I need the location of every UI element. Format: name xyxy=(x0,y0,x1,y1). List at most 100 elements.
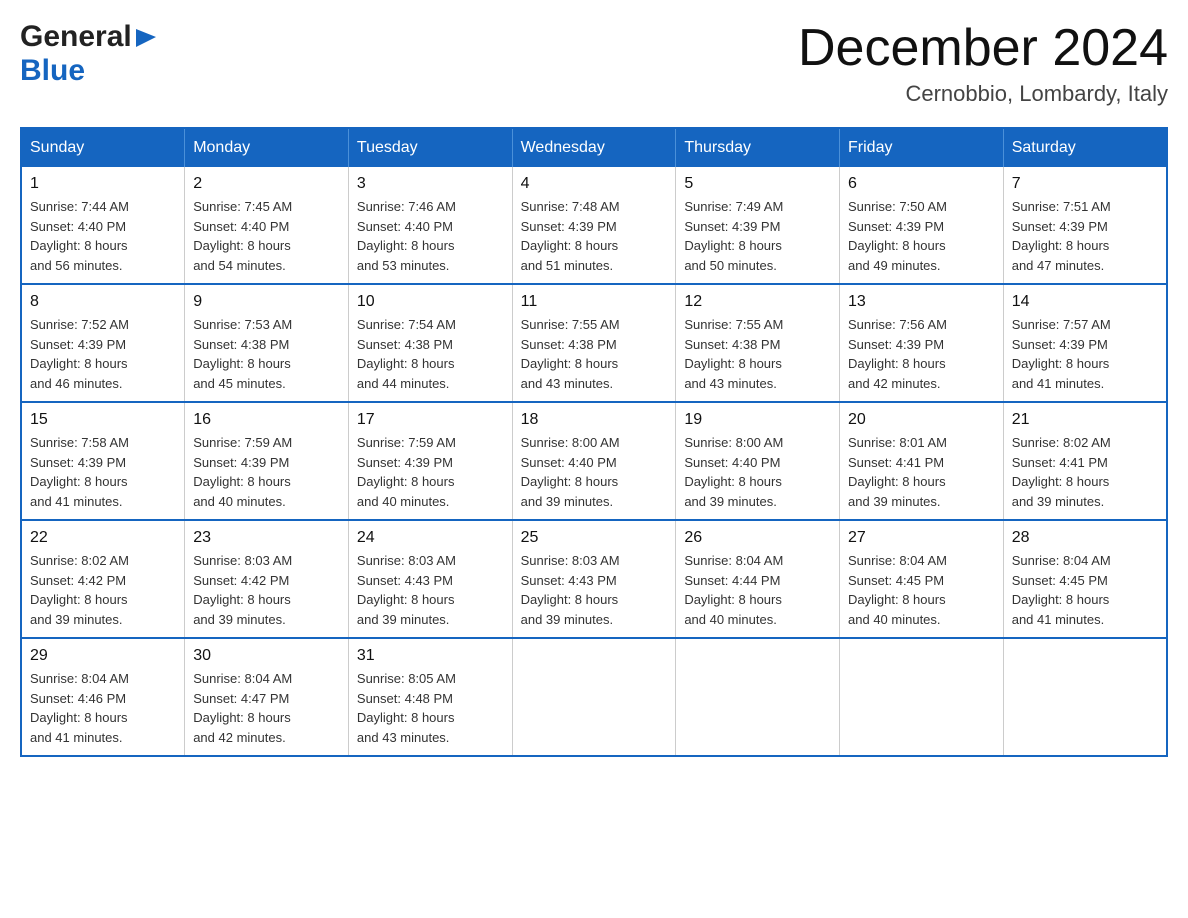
calendar-cell: 28 Sunrise: 8:04 AM Sunset: 4:45 PM Dayl… xyxy=(1003,520,1167,638)
calendar-cell xyxy=(512,638,676,756)
day-info: Sunrise: 8:04 AM Sunset: 4:47 PM Dayligh… xyxy=(193,669,340,747)
calendar-cell: 10 Sunrise: 7:54 AM Sunset: 4:38 PM Dayl… xyxy=(348,284,512,402)
day-number: 26 xyxy=(684,529,831,547)
calendar-cell: 2 Sunrise: 7:45 AM Sunset: 4:40 PM Dayli… xyxy=(185,167,349,284)
day-info: Sunrise: 7:55 AM Sunset: 4:38 PM Dayligh… xyxy=(521,315,668,393)
col-tuesday: Tuesday xyxy=(348,128,512,167)
col-wednesday: Wednesday xyxy=(512,128,676,167)
logo-general-text: General xyxy=(20,20,132,54)
calendar-cell: 21 Sunrise: 8:02 AM Sunset: 4:41 PM Dayl… xyxy=(1003,402,1167,520)
day-number: 22 xyxy=(30,529,176,547)
calendar-cell: 25 Sunrise: 8:03 AM Sunset: 4:43 PM Dayl… xyxy=(512,520,676,638)
calendar-cell: 12 Sunrise: 7:55 AM Sunset: 4:38 PM Dayl… xyxy=(676,284,840,402)
calendar-week-2: 8 Sunrise: 7:52 AM Sunset: 4:39 PM Dayli… xyxy=(21,284,1167,402)
day-info: Sunrise: 8:03 AM Sunset: 4:43 PM Dayligh… xyxy=(357,551,504,629)
day-info: Sunrise: 8:00 AM Sunset: 4:40 PM Dayligh… xyxy=(521,433,668,511)
day-info: Sunrise: 8:04 AM Sunset: 4:45 PM Dayligh… xyxy=(848,551,995,629)
calendar-week-1: 1 Sunrise: 7:44 AM Sunset: 4:40 PM Dayli… xyxy=(21,167,1167,284)
day-info: Sunrise: 7:48 AM Sunset: 4:39 PM Dayligh… xyxy=(521,197,668,275)
calendar-cell: 16 Sunrise: 7:59 AM Sunset: 4:39 PM Dayl… xyxy=(185,402,349,520)
col-sunday: Sunday xyxy=(21,128,185,167)
day-info: Sunrise: 7:50 AM Sunset: 4:39 PM Dayligh… xyxy=(848,197,995,275)
day-info: Sunrise: 7:46 AM Sunset: 4:40 PM Dayligh… xyxy=(357,197,504,275)
day-info: Sunrise: 7:57 AM Sunset: 4:39 PM Dayligh… xyxy=(1012,315,1158,393)
day-number: 11 xyxy=(521,293,668,311)
day-number: 15 xyxy=(30,411,176,429)
day-info: Sunrise: 7:59 AM Sunset: 4:39 PM Dayligh… xyxy=(193,433,340,511)
day-number: 1 xyxy=(30,175,176,193)
day-info: Sunrise: 7:56 AM Sunset: 4:39 PM Dayligh… xyxy=(848,315,995,393)
day-number: 13 xyxy=(848,293,995,311)
calendar-cell: 11 Sunrise: 7:55 AM Sunset: 4:38 PM Dayl… xyxy=(512,284,676,402)
day-info: Sunrise: 7:54 AM Sunset: 4:38 PM Dayligh… xyxy=(357,315,504,393)
day-number: 9 xyxy=(193,293,340,311)
day-number: 2 xyxy=(193,175,340,193)
day-info: Sunrise: 8:02 AM Sunset: 4:42 PM Dayligh… xyxy=(30,551,176,629)
day-info: Sunrise: 7:53 AM Sunset: 4:38 PM Dayligh… xyxy=(193,315,340,393)
calendar-cell: 18 Sunrise: 8:00 AM Sunset: 4:40 PM Dayl… xyxy=(512,402,676,520)
day-info: Sunrise: 7:58 AM Sunset: 4:39 PM Dayligh… xyxy=(30,433,176,511)
col-saturday: Saturday xyxy=(1003,128,1167,167)
day-info: Sunrise: 8:00 AM Sunset: 4:40 PM Dayligh… xyxy=(684,433,831,511)
day-number: 29 xyxy=(30,647,176,665)
calendar-cell: 15 Sunrise: 7:58 AM Sunset: 4:39 PM Dayl… xyxy=(21,402,185,520)
day-number: 8 xyxy=(30,293,176,311)
day-number: 6 xyxy=(848,175,995,193)
day-number: 12 xyxy=(684,293,831,311)
calendar-week-3: 15 Sunrise: 7:58 AM Sunset: 4:39 PM Dayl… xyxy=(21,402,1167,520)
calendar-cell: 17 Sunrise: 7:59 AM Sunset: 4:39 PM Dayl… xyxy=(348,402,512,520)
day-number: 17 xyxy=(357,411,504,429)
calendar-cell: 20 Sunrise: 8:01 AM Sunset: 4:41 PM Dayl… xyxy=(840,402,1004,520)
day-info: Sunrise: 7:55 AM Sunset: 4:38 PM Dayligh… xyxy=(684,315,831,393)
calendar-cell xyxy=(676,638,840,756)
day-number: 23 xyxy=(193,529,340,547)
calendar-week-4: 22 Sunrise: 8:02 AM Sunset: 4:42 PM Dayl… xyxy=(21,520,1167,638)
col-friday: Friday xyxy=(840,128,1004,167)
day-info: Sunrise: 7:51 AM Sunset: 4:39 PM Dayligh… xyxy=(1012,197,1158,275)
day-number: 10 xyxy=(357,293,504,311)
day-info: Sunrise: 7:49 AM Sunset: 4:39 PM Dayligh… xyxy=(684,197,831,275)
calendar-cell: 4 Sunrise: 7:48 AM Sunset: 4:39 PM Dayli… xyxy=(512,167,676,284)
day-number: 27 xyxy=(848,529,995,547)
day-info: Sunrise: 7:52 AM Sunset: 4:39 PM Dayligh… xyxy=(30,315,176,393)
month-title: December 2024 xyxy=(798,20,1168,77)
calendar-cell: 24 Sunrise: 8:03 AM Sunset: 4:43 PM Dayl… xyxy=(348,520,512,638)
day-number: 18 xyxy=(521,411,668,429)
col-monday: Monday xyxy=(185,128,349,167)
day-number: 24 xyxy=(357,529,504,547)
day-number: 5 xyxy=(684,175,831,193)
day-info: Sunrise: 8:03 AM Sunset: 4:42 PM Dayligh… xyxy=(193,551,340,629)
day-number: 31 xyxy=(357,647,504,665)
day-info: Sunrise: 8:03 AM Sunset: 4:43 PM Dayligh… xyxy=(521,551,668,629)
location-subtitle: Cernobbio, Lombardy, Italy xyxy=(798,81,1168,107)
page-header: General Blue December 2024 Cernobbio, Lo… xyxy=(20,20,1168,107)
calendar-cell: 5 Sunrise: 7:49 AM Sunset: 4:39 PM Dayli… xyxy=(676,167,840,284)
day-info: Sunrise: 8:01 AM Sunset: 4:41 PM Dayligh… xyxy=(848,433,995,511)
day-number: 4 xyxy=(521,175,668,193)
day-number: 7 xyxy=(1012,175,1158,193)
logo: General Blue xyxy=(20,20,156,88)
calendar-header-row: Sunday Monday Tuesday Wednesday Thursday… xyxy=(21,128,1167,167)
calendar-cell: 29 Sunrise: 8:04 AM Sunset: 4:46 PM Dayl… xyxy=(21,638,185,756)
calendar-cell: 8 Sunrise: 7:52 AM Sunset: 4:39 PM Dayli… xyxy=(21,284,185,402)
day-number: 20 xyxy=(848,411,995,429)
calendar-cell: 13 Sunrise: 7:56 AM Sunset: 4:39 PM Dayl… xyxy=(840,284,1004,402)
calendar-cell: 14 Sunrise: 7:57 AM Sunset: 4:39 PM Dayl… xyxy=(1003,284,1167,402)
calendar-cell: 27 Sunrise: 8:04 AM Sunset: 4:45 PM Dayl… xyxy=(840,520,1004,638)
day-info: Sunrise: 8:04 AM Sunset: 4:45 PM Dayligh… xyxy=(1012,551,1158,629)
day-info: Sunrise: 7:44 AM Sunset: 4:40 PM Dayligh… xyxy=(30,197,176,275)
calendar-cell xyxy=(1003,638,1167,756)
day-info: Sunrise: 7:59 AM Sunset: 4:39 PM Dayligh… xyxy=(357,433,504,511)
day-info: Sunrise: 8:04 AM Sunset: 4:46 PM Dayligh… xyxy=(30,669,176,747)
title-block: December 2024 Cernobbio, Lombardy, Italy xyxy=(798,20,1168,107)
calendar-cell: 22 Sunrise: 8:02 AM Sunset: 4:42 PM Dayl… xyxy=(21,520,185,638)
day-number: 3 xyxy=(357,175,504,193)
day-number: 16 xyxy=(193,411,340,429)
day-info: Sunrise: 7:45 AM Sunset: 4:40 PM Dayligh… xyxy=(193,197,340,275)
calendar-week-5: 29 Sunrise: 8:04 AM Sunset: 4:46 PM Dayl… xyxy=(21,638,1167,756)
calendar-cell: 9 Sunrise: 7:53 AM Sunset: 4:38 PM Dayli… xyxy=(185,284,349,402)
calendar-cell: 31 Sunrise: 8:05 AM Sunset: 4:48 PM Dayl… xyxy=(348,638,512,756)
day-number: 14 xyxy=(1012,293,1158,311)
day-number: 19 xyxy=(684,411,831,429)
calendar-cell: 7 Sunrise: 7:51 AM Sunset: 4:39 PM Dayli… xyxy=(1003,167,1167,284)
